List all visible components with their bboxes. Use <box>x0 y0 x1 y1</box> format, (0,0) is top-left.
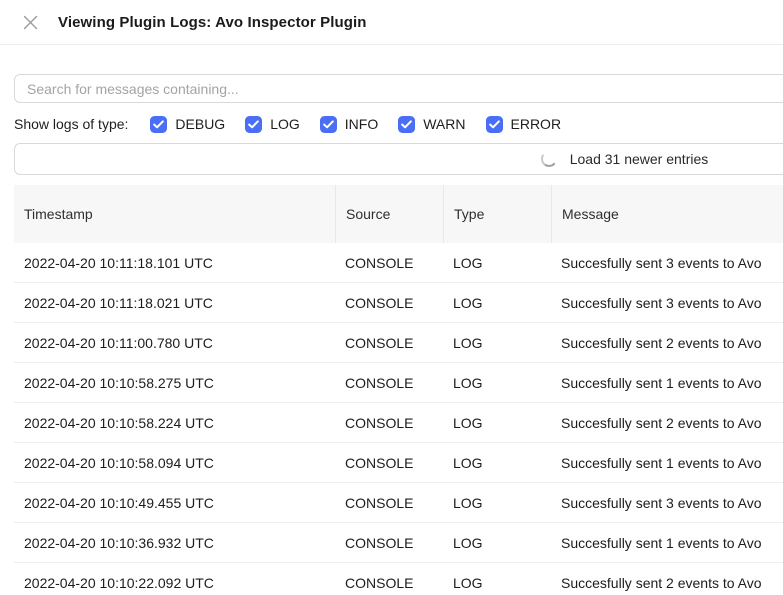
checkbox-checked-icon[interactable] <box>150 116 167 133</box>
table-row: 2022-04-20 10:10:36.932 UTC CONSOLE LOG … <box>14 523 783 563</box>
cell-message: Succesfully sent 1 events to Avo <box>551 443 783 482</box>
search-input[interactable] <box>14 74 783 103</box>
checkbox-label-warn: WARN <box>423 116 465 132</box>
table-row: 2022-04-20 10:10:22.092 UTC CONSOLE LOG … <box>14 563 783 595</box>
cell-message: Succesfully sent 2 events to Avo <box>551 323 783 362</box>
column-header-timestamp: Timestamp <box>14 185 335 243</box>
cell-timestamp: 2022-04-20 10:10:22.092 UTC <box>14 563 335 595</box>
log-type-filter-row: Show logs of type: DEBUG LOG INFO WARN <box>14 115 783 133</box>
checkbox-checked-icon[interactable] <box>398 116 415 133</box>
filter-row-label: Show logs of type: <box>14 116 128 132</box>
cell-type: LOG <box>443 483 551 522</box>
checkbox-checked-icon[interactable] <box>486 116 503 133</box>
cell-type: LOG <box>443 403 551 442</box>
table-row: 2022-04-20 10:10:49.455 UTC CONSOLE LOG … <box>14 483 783 523</box>
table-row: 2022-04-20 10:10:58.224 UTC CONSOLE LOG … <box>14 403 783 443</box>
plugin-logs-modal: Viewing Plugin Logs: Avo Inspector Plugi… <box>0 0 783 595</box>
table-row: 2022-04-20 10:10:58.094 UTC CONSOLE LOG … <box>14 443 783 483</box>
cell-type: LOG <box>443 283 551 322</box>
cell-source: CONSOLE <box>335 283 443 322</box>
cell-timestamp: 2022-04-20 10:10:36.932 UTC <box>14 523 335 562</box>
checkbox-label-info: INFO <box>345 116 378 132</box>
cell-type: LOG <box>443 523 551 562</box>
checkbox-group-error[interactable]: ERROR <box>486 116 562 133</box>
modal-header: Viewing Plugin Logs: Avo Inspector Plugi… <box>0 0 783 45</box>
cell-type: LOG <box>443 443 551 482</box>
table-row: 2022-04-20 10:10:58.275 UTC CONSOLE LOG … <box>14 363 783 403</box>
cell-message: Succesfully sent 3 events to Avo <box>551 243 783 282</box>
checkbox-group-log[interactable]: LOG <box>245 116 300 133</box>
checkbox-group-warn[interactable]: WARN <box>398 116 465 133</box>
cell-timestamp: 2022-04-20 10:10:58.094 UTC <box>14 443 335 482</box>
column-header-type: Type <box>443 185 551 243</box>
cell-message: Succesfully sent 3 events to Avo <box>551 483 783 522</box>
cell-message: Succesfully sent 2 events to Avo <box>551 403 783 442</box>
cell-type: LOG <box>443 243 551 282</box>
load-button-label: Load 31 newer entries <box>570 151 709 167</box>
cell-type: LOG <box>443 563 551 595</box>
loading-spinner-icon <box>540 150 558 168</box>
table-row: 2022-04-20 10:11:00.780 UTC CONSOLE LOG … <box>14 323 783 363</box>
cell-message: Succesfully sent 2 events to Avo <box>551 563 783 595</box>
cell-source: CONSOLE <box>335 483 443 522</box>
cell-type: LOG <box>443 363 551 402</box>
cell-timestamp: 2022-04-20 10:10:58.275 UTC <box>14 363 335 402</box>
checkbox-label-log: LOG <box>270 116 300 132</box>
table-row: 2022-04-20 10:11:18.021 UTC CONSOLE LOG … <box>14 283 783 323</box>
cell-type: LOG <box>443 323 551 362</box>
table-header-row: Timestamp Source Type Message <box>14 185 783 243</box>
log-table: Timestamp Source Type Message 2022-04-20… <box>14 185 783 595</box>
cell-message: Succesfully sent 1 events to Avo <box>551 523 783 562</box>
table-row: 2022-04-20 10:11:18.101 UTC CONSOLE LOG … <box>14 243 783 283</box>
cell-timestamp: 2022-04-20 10:11:00.780 UTC <box>14 323 335 362</box>
checkbox-checked-icon[interactable] <box>245 116 262 133</box>
column-header-source: Source <box>335 185 443 243</box>
cell-source: CONSOLE <box>335 243 443 282</box>
cell-source: CONSOLE <box>335 523 443 562</box>
cell-source: CONSOLE <box>335 363 443 402</box>
checkbox-label-error: ERROR <box>511 116 562 132</box>
checkbox-group-info[interactable]: INFO <box>320 116 378 133</box>
checkbox-checked-icon[interactable] <box>320 116 337 133</box>
column-header-message: Message <box>551 185 783 243</box>
cell-source: CONSOLE <box>335 563 443 595</box>
checkbox-group-debug[interactable]: DEBUG <box>150 116 225 133</box>
cell-source: CONSOLE <box>335 403 443 442</box>
cell-timestamp: 2022-04-20 10:11:18.021 UTC <box>14 283 335 322</box>
modal-title: Viewing Plugin Logs: Avo Inspector Plugi… <box>58 14 367 31</box>
cell-timestamp: 2022-04-20 10:11:18.101 UTC <box>14 243 335 282</box>
cell-message: Succesfully sent 1 events to Avo <box>551 363 783 402</box>
cell-timestamp: 2022-04-20 10:10:58.224 UTC <box>14 403 335 442</box>
close-icon[interactable] <box>21 13 39 31</box>
checkbox-label-debug: DEBUG <box>175 116 225 132</box>
cell-message: Succesfully sent 3 events to Avo <box>551 283 783 322</box>
cell-source: CONSOLE <box>335 443 443 482</box>
cell-source: CONSOLE <box>335 323 443 362</box>
cell-timestamp: 2022-04-20 10:10:49.455 UTC <box>14 483 335 522</box>
load-newer-entries-button[interactable]: Load 31 newer entries <box>14 143 783 175</box>
